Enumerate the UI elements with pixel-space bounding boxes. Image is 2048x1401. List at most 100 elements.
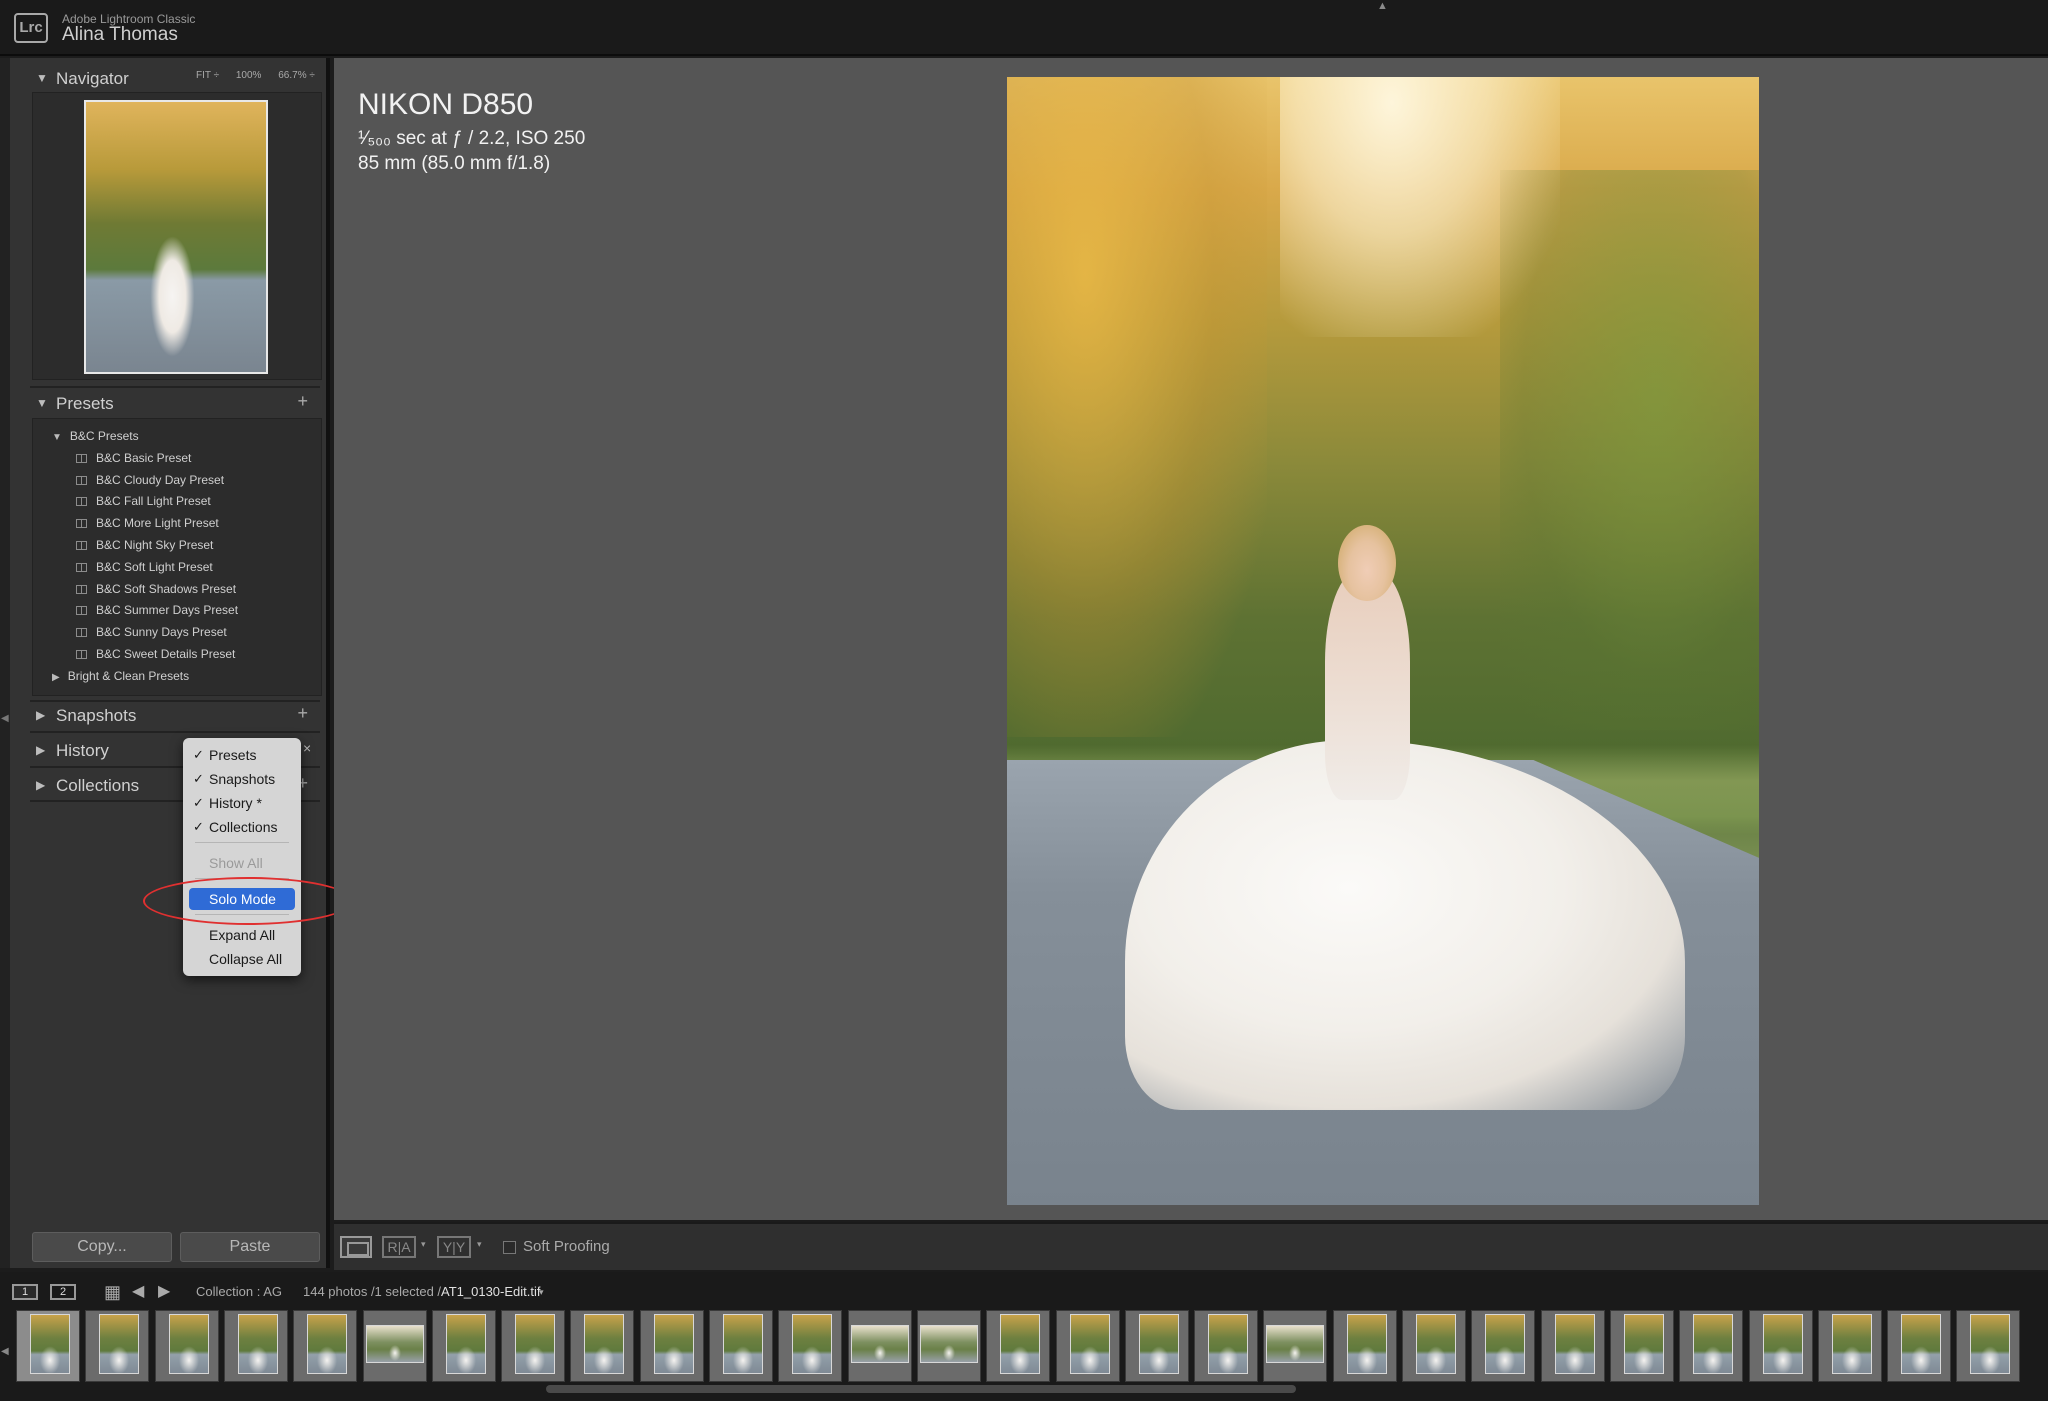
paste-settings-button[interactable]: Paste [180,1232,320,1262]
thumbnail-image [1347,1314,1387,1374]
annotation-circle [143,877,353,925]
copy-settings-button[interactable]: Copy... [32,1232,172,1262]
chevron-down-icon[interactable]: ▾ [539,1287,544,1298]
before-after-swap-button[interactable]: Y|Y [437,1236,471,1258]
zoom-fit-option[interactable]: FIT ÷ [196,70,219,81]
filmstrip-thumbnail[interactable] [917,1310,981,1382]
filmstrip-thumbnail[interactable] [501,1310,565,1382]
preset-item[interactable]: B&C More Light Preset [76,516,219,530]
filmstrip-source[interactable]: Collection : AG [196,1284,282,1299]
soft-proofing-checkbox[interactable] [503,1241,516,1254]
collapse-triangle-icon[interactable]: ▼ [52,432,62,443]
navigator-preview-thumbnail[interactable] [84,100,268,374]
loupe-view-icon[interactable] [340,1236,372,1258]
filmstrip-thumbnail[interactable] [778,1310,842,1382]
thumbnail-image [1970,1314,2010,1374]
filmstrip-thumbnail[interactable] [1956,1310,2020,1382]
thumbnail-image [1266,1325,1324,1363]
preset-item[interactable]: B&C Sweet Details Preset [76,647,235,661]
filmstrip-thumbnail[interactable] [1333,1310,1397,1382]
back-arrow-icon[interactable]: ◀ [132,1281,144,1301]
primary-display-button[interactable]: 1 [12,1284,38,1300]
menu-item-label: History * [209,795,262,811]
filmstrip-thumbnail[interactable] [1263,1310,1327,1382]
thumbnail-image [1832,1314,1872,1374]
add-preset-icon[interactable]: + [297,391,308,412]
filmstrip-thumbnail[interactable] [16,1310,80,1382]
chevron-down-icon[interactable]: ▾ [421,1239,426,1250]
filmstrip-thumbnail[interactable] [85,1310,149,1382]
grid-view-icon[interactable]: ▦ [104,1282,121,1303]
panel-divider [30,386,320,388]
filmstrip-scrollbar-thumb[interactable] [546,1385,1296,1393]
preset-item[interactable]: B&C Basic Preset [76,451,191,465]
left-panel-toggle-icon[interactable]: ◀ [1,713,9,724]
left-panel-edge[interactable]: ◀ [0,58,10,1268]
filmstrip-thumbnail[interactable] [1194,1310,1258,1382]
filmstrip-thumbnail[interactable] [1056,1310,1120,1382]
thumbnail-image [515,1314,555,1374]
snapshots-header[interactable]: ▶ Snapshots + [20,701,320,731]
filmstrip-thumbnail[interactable] [709,1310,773,1382]
preset-icon [76,584,87,594]
top-panel-toggle-icon[interactable]: ▲ [1377,0,1388,12]
thumbnail-image [723,1314,763,1374]
preset-item[interactable]: B&C Fall Light Preset [76,494,211,508]
filmstrip-thumbnail[interactable] [1125,1310,1189,1382]
preset-item[interactable]: B&C Night Sky Preset [76,538,213,552]
menu-item-presets[interactable]: ✓ Presets [183,744,301,766]
filmstrip-thumbnail[interactable] [224,1310,288,1382]
preset-group-label: Bright & Clean Presets [67,668,190,683]
thumbnail-image [1070,1314,1110,1374]
filmstrip-thumbnail[interactable] [848,1310,912,1382]
preset-item[interactable]: B&C Sunny Days Preset [76,625,227,639]
expand-triangle-icon[interactable]: ▶ [52,672,60,683]
thumbnail-image [851,1325,909,1363]
add-snapshot-icon[interactable]: + [297,703,308,724]
filmstrip-thumbnail[interactable] [1541,1310,1605,1382]
thumbnail-image [1416,1314,1456,1374]
preset-item[interactable]: B&C Soft Light Preset [76,560,213,574]
menu-item-expand-all[interactable]: Expand All [183,924,301,946]
filmstrip-thumbnail[interactable] [986,1310,1050,1382]
checkmark-icon: ✓ [193,771,204,786]
chevron-down-icon[interactable]: ▾ [477,1239,482,1250]
filmstrip-filename[interactable]: AT1_0130-Edit.tif [441,1284,540,1299]
menu-item-history[interactable]: ✓ History * [183,792,301,814]
filmstrip-thumbnail[interactable] [1402,1310,1466,1382]
filmstrip-toggle-icon[interactable]: ◀ [1,1346,9,1357]
preset-item-label: B&C Soft Light Preset [96,559,213,574]
filmstrip-thumbnail[interactable] [1818,1310,1882,1382]
menu-item-collections[interactable]: ✓ Collections [183,816,301,838]
filmstrip-thumbnail[interactable] [640,1310,704,1382]
filmstrip-thumbnail[interactable] [1887,1310,1951,1382]
filmstrip-thumbnail[interactable] [1610,1310,1674,1382]
menu-item-label: Show All [209,855,263,871]
presets-title: Presets [56,394,114,413]
menu-item-collapse-all[interactable]: Collapse All [183,948,301,970]
filmstrip-thumbnail[interactable] [1679,1310,1743,1382]
filmstrip-thumbnail[interactable] [570,1310,634,1382]
navigator-title: Navigator [56,69,129,88]
preset-group[interactable]: ▼ B&C Presets [52,429,139,443]
filmstrip-thumbnail[interactable] [155,1310,219,1382]
presets-header[interactable]: ▼ Presets + [20,389,320,419]
filmstrip-thumbnail[interactable] [293,1310,357,1382]
preset-icon [76,519,87,529]
before-after-left-right-button[interactable]: R|A [382,1236,416,1258]
filmstrip-thumbnail[interactable] [1749,1310,1813,1382]
zoom-100-option[interactable]: 100% [236,70,262,81]
menu-item-snapshots[interactable]: ✓ Snapshots [183,768,301,790]
preset-item[interactable]: B&C Cloudy Day Preset [76,473,224,487]
photo-foliage [1007,77,1267,737]
preset-group[interactable]: ▶ Bright & Clean Presets [52,669,189,683]
filmstrip-thumbnail[interactable] [1471,1310,1535,1382]
secondary-display-button[interactable]: 2 [50,1284,76,1300]
filmstrip-thumbnail[interactable] [363,1310,427,1382]
preset-item[interactable]: B&C Soft Shadows Preset [76,582,236,596]
clear-history-icon[interactable]: × [303,740,311,756]
zoom-custom-option[interactable]: 66.7% ÷ [278,70,315,81]
forward-arrow-icon[interactable]: ▶ [158,1281,170,1301]
preset-item[interactable]: B&C Summer Days Preset [76,603,238,617]
filmstrip-thumbnail[interactable] [432,1310,496,1382]
